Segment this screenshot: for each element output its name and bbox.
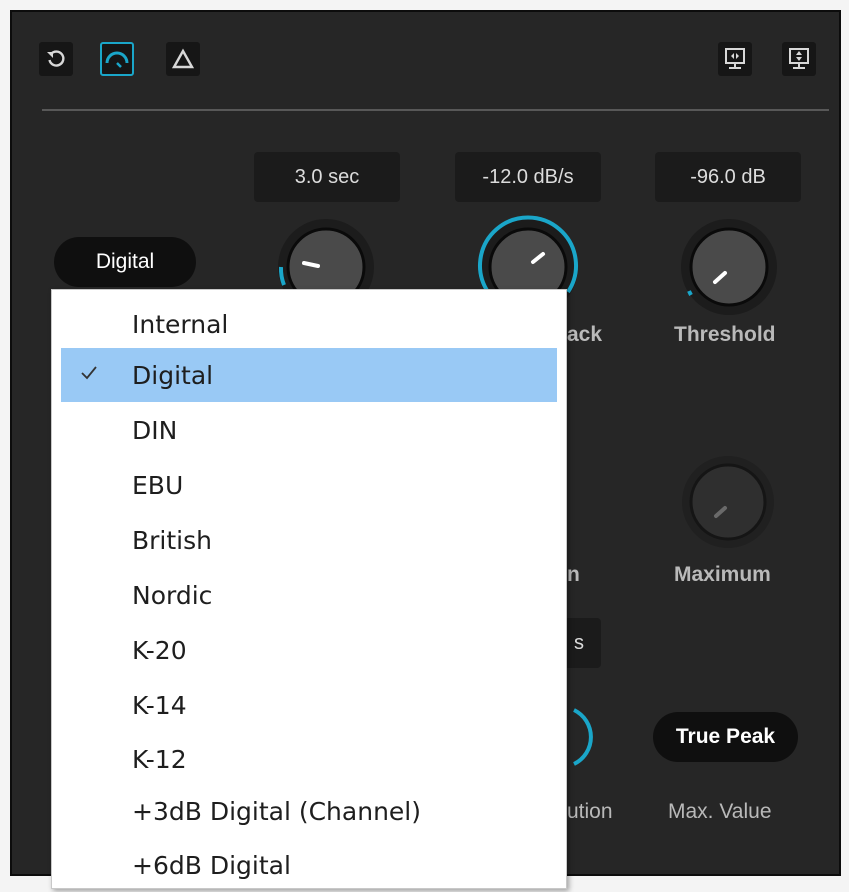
resolution-knob-edge[interactable] [564, 702, 594, 772]
peak-warning-button[interactable] [166, 42, 200, 76]
threshold-value[interactable]: -96.0 dB [655, 152, 801, 202]
checkmark-icon [81, 366, 97, 380]
menu-item-ebu[interactable]: EBU [61, 458, 557, 512]
threshold-knob[interactable] [677, 215, 781, 319]
maximum-knob[interactable] [678, 452, 778, 552]
menu-item-k20[interactable]: K-20 [61, 623, 557, 677]
meter-mode-button[interactable] [100, 42, 134, 76]
menu-item-nordic[interactable]: Nordic [61, 568, 557, 622]
maximum-label: Maximum [674, 563, 771, 586]
fallback-value[interactable]: -12.0 dB/s [455, 152, 601, 202]
reset-button[interactable] [39, 42, 73, 76]
monitor-left-right-icon [725, 48, 745, 69]
menu-item-din[interactable]: DIN [61, 403, 557, 457]
menu-item-3db-digital-channel[interactable]: +3dB Digital (Channel) [61, 784, 557, 838]
hold-time-value[interactable]: 3.0 sec [254, 152, 400, 202]
display-vertical-button[interactable] [782, 42, 816, 76]
display-horizontal-button[interactable] [718, 42, 752, 76]
menu-item-k14[interactable]: K-14 [61, 678, 557, 732]
max-value-label: Max. Value [668, 800, 772, 823]
fallback-label: ack [567, 323, 603, 346]
menu-item-british[interactable]: British [61, 513, 557, 567]
warning-triangle-icon [172, 48, 194, 69]
menu-item-k12[interactable]: K-12 [61, 732, 557, 786]
reset-icon [47, 50, 65, 67]
toolbar-divider [42, 109, 829, 111]
meter-gauge-icon [105, 51, 129, 68]
threshold-label: Threshold [674, 323, 776, 346]
menu-item-internal[interactable]: Internal [61, 297, 557, 351]
monitor-up-down-icon [789, 48, 809, 69]
max-value-select[interactable]: True Peak [653, 712, 798, 762]
scale-dropdown-menu: Internal Digital DIN EBU British Nordic … [51, 289, 567, 889]
partial-label-n: n [567, 563, 580, 586]
scale-select[interactable]: Digital [54, 237, 196, 287]
menu-item-digital[interactable]: Digital [61, 348, 557, 402]
resolution-label: ution [567, 800, 613, 823]
